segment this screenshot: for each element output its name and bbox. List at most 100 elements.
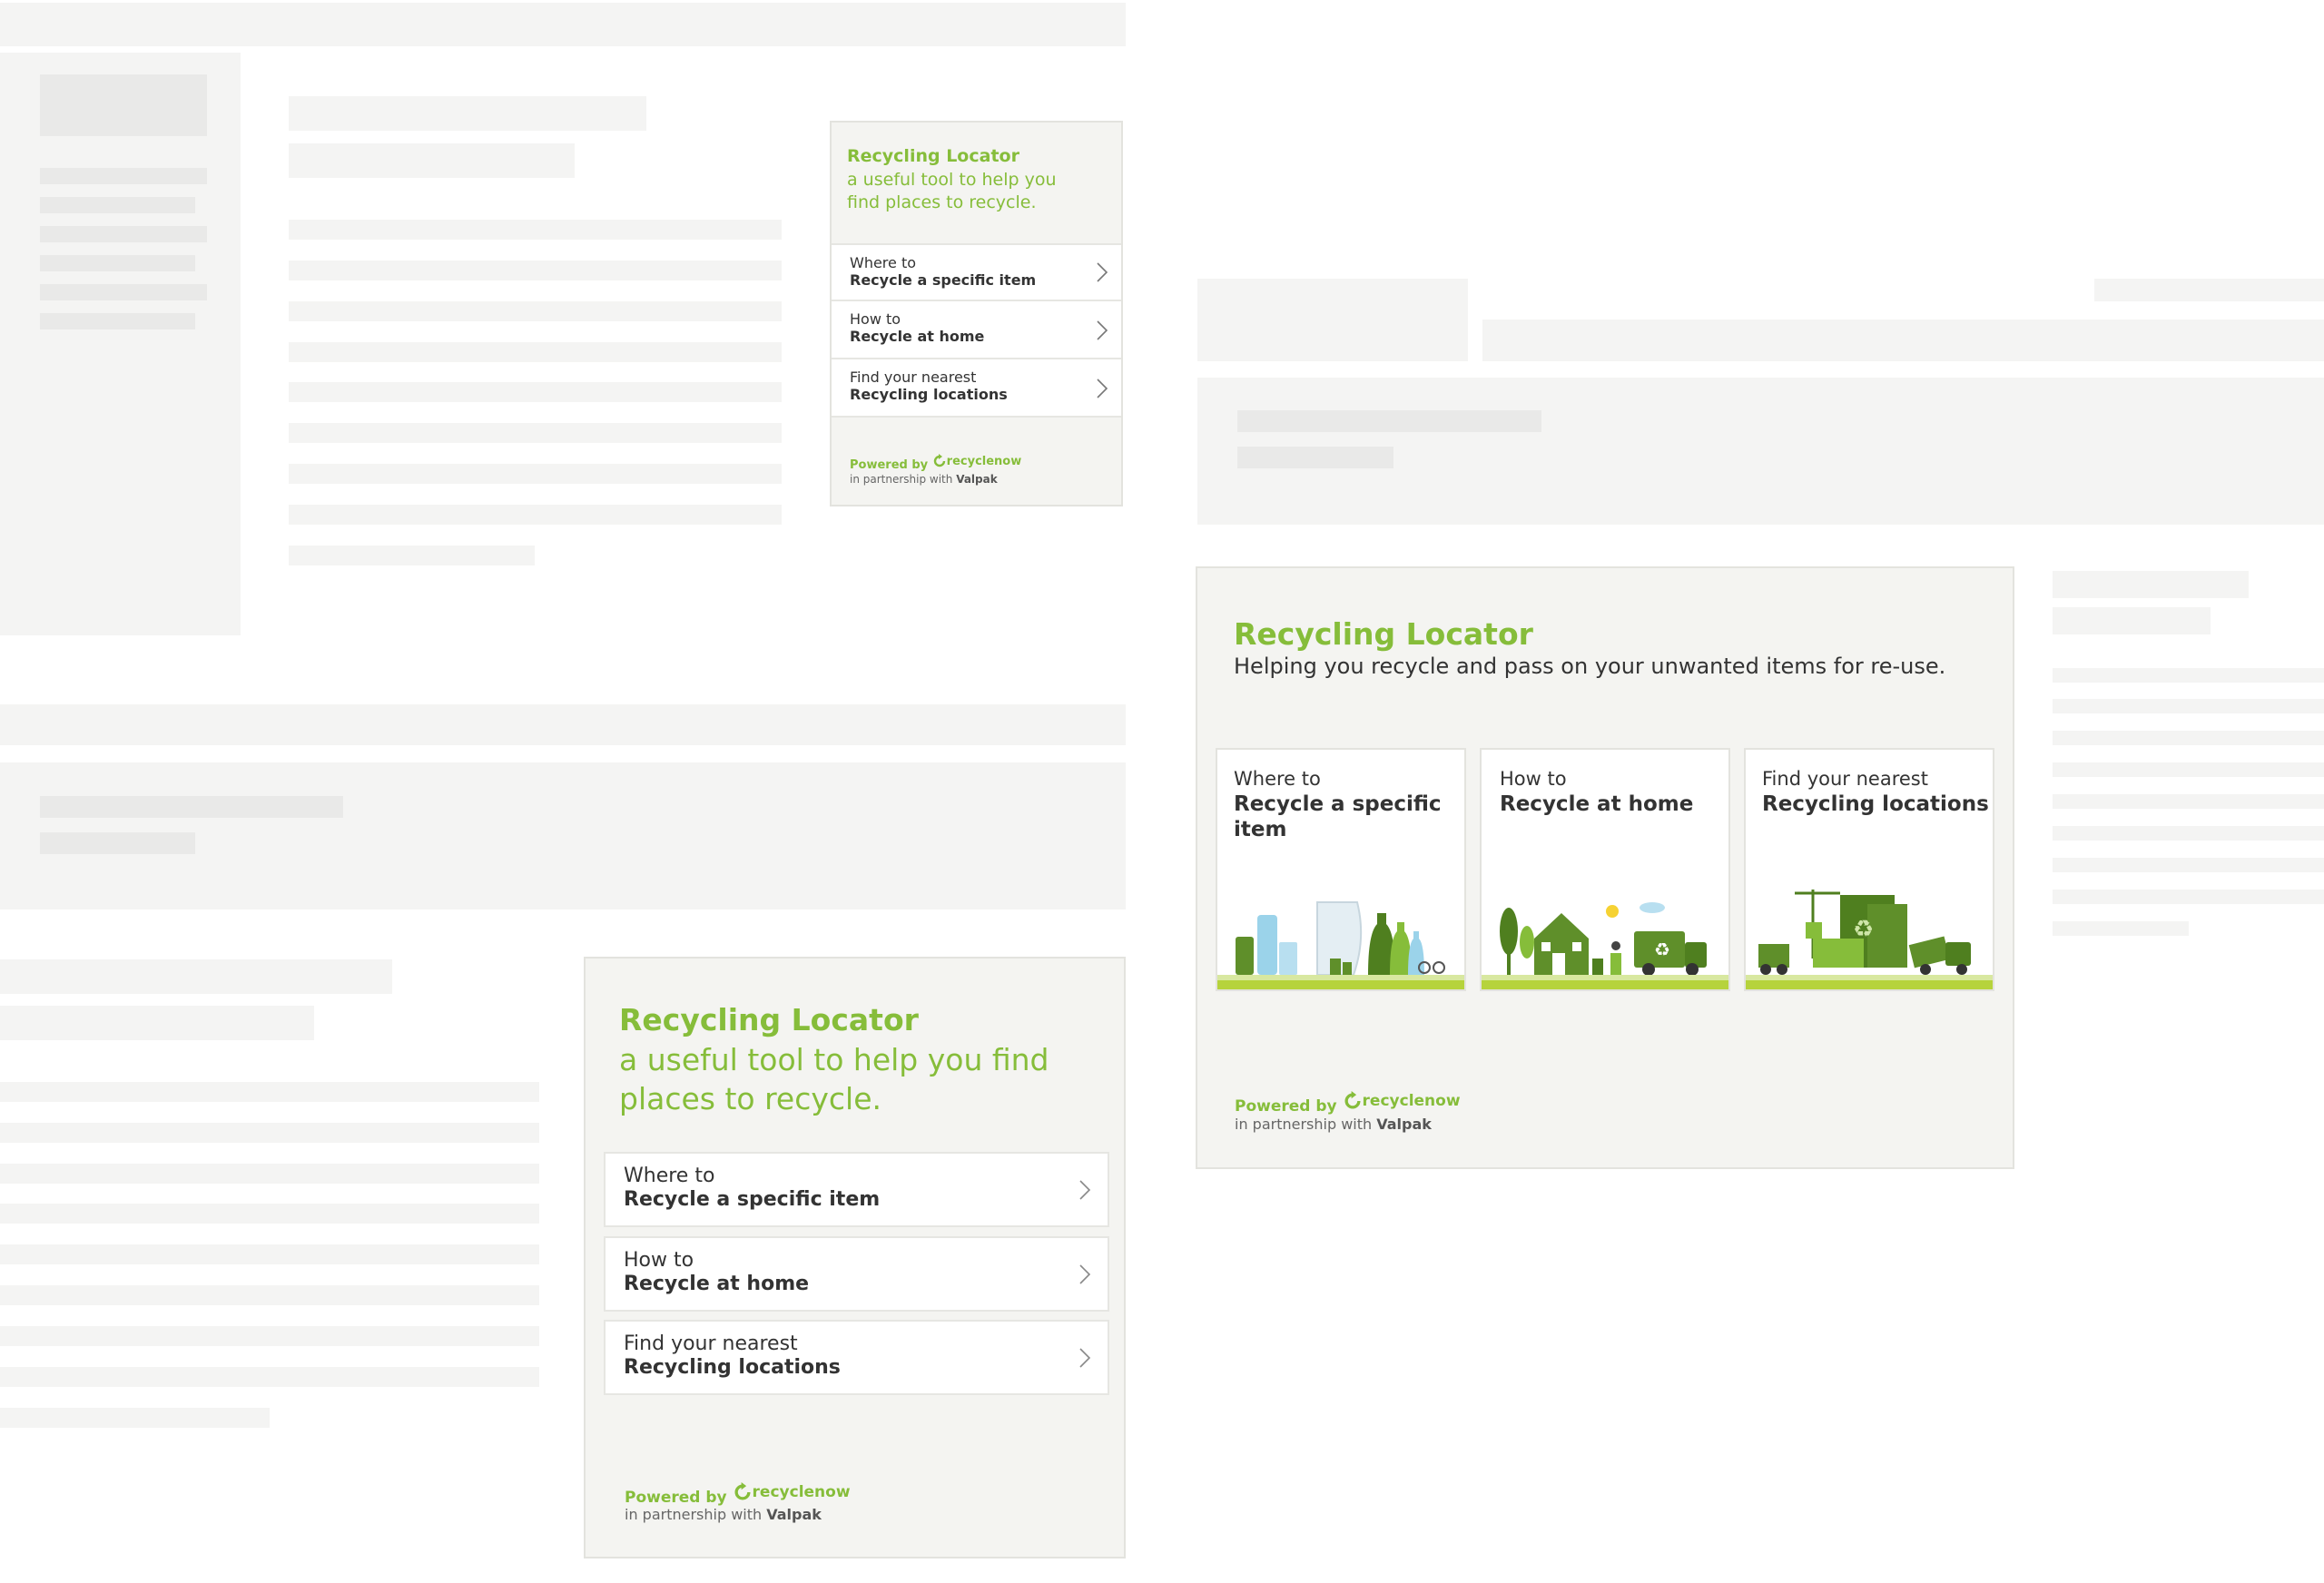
banner-line <box>40 796 343 818</box>
brand-name: recyclenow <box>752 1483 851 1501</box>
sidebar-logo-placeholder <box>40 74 207 136</box>
text-line-placeholder <box>0 1285 539 1305</box>
powered-by: Powered by recyclenow <box>625 1482 851 1507</box>
link-bold-label: Recycle at home <box>624 1273 810 1295</box>
text-line-placeholder <box>289 382 782 402</box>
text-line-placeholder <box>289 546 535 565</box>
recyclenow-logo[interactable]: recyclenow <box>1343 1091 1461 1111</box>
text-line-placeholder <box>0 1123 539 1143</box>
link-recycle-specific-item[interactable]: Where to Recycle a specific item <box>604 1152 1109 1227</box>
heading-placeholder <box>289 96 646 131</box>
card-recycle-at-home[interactable]: How to Recycle at home ♻ <box>1480 748 1730 991</box>
nav-util-placeholder <box>2094 279 2324 301</box>
partner-name: Valpak <box>956 473 998 486</box>
recyclenow-logo[interactable]: recyclenow <box>932 454 1022 468</box>
recyclable-items-illustration-icon <box>1236 901 1445 976</box>
chevron-right-icon <box>1097 379 1108 398</box>
side-text-line <box>2053 699 2324 713</box>
text-line-placeholder <box>289 464 782 484</box>
chevron-right-icon <box>1097 262 1108 282</box>
link-recycle-at-home[interactable]: How to Recycle at home <box>832 301 1121 359</box>
widget-title: Recycling Locator <box>847 146 1019 166</box>
link-bold-label: Recycling locations <box>624 1356 841 1379</box>
nav-placeholder <box>1482 320 2324 361</box>
hero-line <box>1237 447 1393 468</box>
banner-line <box>40 832 195 854</box>
side-text-line <box>2053 858 2324 872</box>
band-placeholder <box>0 704 1126 745</box>
card-bold-label: Recycle at home <box>1500 792 1694 816</box>
text-line-placeholder <box>0 1244 539 1264</box>
home-recycling-illustration-icon: ♻ <box>1500 902 1707 976</box>
link-top-label: How to <box>624 1249 694 1272</box>
side-subheading-placeholder <box>2053 607 2211 634</box>
chevron-right-icon <box>1079 1180 1091 1200</box>
widget-subtitle: Helping you recycle and pass on your unw… <box>1234 654 1946 679</box>
link-top-label: How to <box>850 310 901 328</box>
link-top-label: Find your nearest <box>624 1332 798 1355</box>
link-top-label: Where to <box>850 254 917 271</box>
side-text-line <box>2053 668 2324 683</box>
recyclenow-logo[interactable]: recyclenow <box>733 1482 851 1502</box>
recycling-locator-widget-wide: Recycling Locator Helping you recycle an… <box>1196 566 2014 1169</box>
link-recycle-specific-item[interactable]: Where to Recycle a specific item <box>832 243 1121 301</box>
text-line-placeholder <box>0 1164 539 1184</box>
text-line-placeholder <box>289 261 782 280</box>
text-line-placeholder <box>0 1204 539 1224</box>
sidebar-line <box>40 226 207 242</box>
partnership-prefix: in partnership with <box>1235 1116 1373 1133</box>
partnership-line: in partnership with Valpak <box>625 1506 822 1523</box>
brand-name: recyclenow <box>946 454 1022 468</box>
powered-label: Powered by <box>1235 1097 1337 1116</box>
partnership-prefix: in partnership with <box>625 1506 763 1523</box>
link-top-label: Where to <box>624 1165 715 1187</box>
powered-by: Powered by recyclenow <box>850 454 1021 472</box>
side-text-line <box>2053 890 2324 904</box>
widget-subtitle: a useful tool to help you find places to… <box>619 1042 1049 1116</box>
partner-name: Valpak <box>766 1506 822 1523</box>
text-line-placeholder <box>0 1326 539 1346</box>
logo-placeholder <box>1197 279 1468 361</box>
svg-text:♻: ♻ <box>1654 939 1670 960</box>
sidebar-line <box>40 284 207 300</box>
widget-title: Recycling Locator <box>619 1002 919 1037</box>
recycling-locator-widget-medium: Recycling Locator a useful tool to help … <box>584 957 1126 1558</box>
top-bar-placeholder <box>0 3 1126 46</box>
side-text-line <box>2053 921 2189 936</box>
side-text-line <box>2053 794 2324 809</box>
side-text-line <box>2053 762 2324 777</box>
card-bold-label: Recycle a specific item <box>1234 792 1442 841</box>
recycle-arrow-icon <box>734 1482 751 1500</box>
widget-subtitle: a useful tool to help you find places to… <box>847 170 1057 212</box>
sidebar-line <box>40 197 195 213</box>
text-line-placeholder <box>0 1367 539 1387</box>
link-recycling-locations[interactable]: Find your nearest Recycling locations <box>604 1320 1109 1395</box>
sidebar-line <box>40 313 195 329</box>
brand-name: recyclenow <box>1362 1092 1461 1110</box>
card-recycling-locations[interactable]: Find your nearest Recycling locations ♻ <box>1744 748 1994 991</box>
powered-by: Powered by recyclenow <box>1235 1091 1461 1116</box>
card-top-label: Find your nearest <box>1762 768 1928 790</box>
heading-placeholder <box>0 959 392 994</box>
text-line-placeholder <box>0 1408 270 1428</box>
partnership-prefix: in partnership with <box>850 473 953 486</box>
text-line-placeholder <box>289 301 782 321</box>
link-recycling-locations[interactable]: Find your nearest Recycling locations <box>832 359 1121 418</box>
subheading-placeholder <box>289 143 575 178</box>
partner-name: Valpak <box>1376 1116 1432 1133</box>
text-line-placeholder <box>289 342 782 362</box>
card-recycle-specific-item[interactable]: Where to Recycle a specific item <box>1216 748 1466 991</box>
text-line-placeholder <box>289 220 782 240</box>
link-recycle-at-home[interactable]: How to Recycle at home <box>604 1236 1109 1312</box>
card-top-label: Where to <box>1234 768 1321 790</box>
recycle-arrow-icon <box>1344 1091 1361 1109</box>
link-bold-label: Recycle a specific item <box>624 1188 881 1211</box>
link-bold-label: Recycle at home <box>850 328 985 345</box>
text-line-placeholder <box>289 505 782 525</box>
partnership-line: in partnership with Valpak <box>1235 1116 1432 1133</box>
chevron-right-icon <box>1097 320 1108 340</box>
sidebar-line <box>40 255 195 271</box>
sidebar-placeholder <box>0 53 241 635</box>
hero-line <box>1237 410 1541 432</box>
widget-title: Recycling Locator <box>1234 616 1533 652</box>
